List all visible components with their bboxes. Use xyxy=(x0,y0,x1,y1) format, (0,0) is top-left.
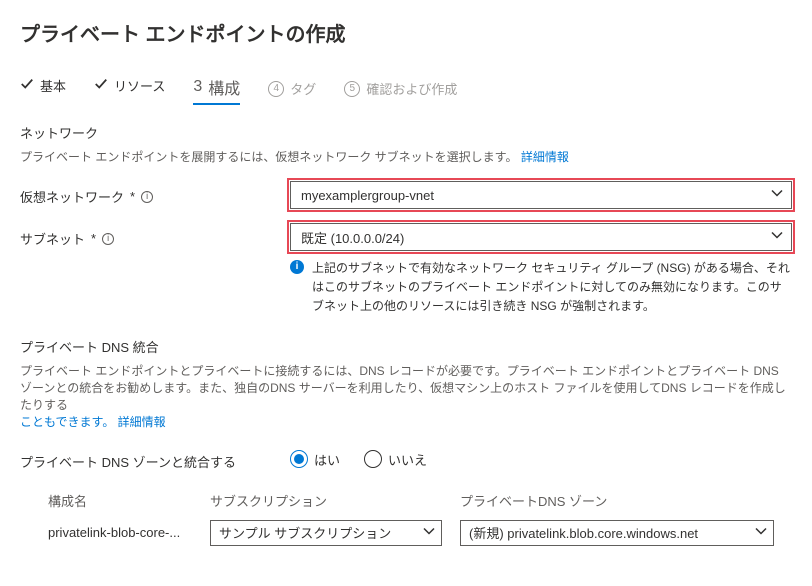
vnet-label: 仮想ネットワーク* i xyxy=(20,181,290,206)
info-icon[interactable]: i xyxy=(102,233,114,245)
step-circle-icon: 5 xyxy=(344,81,360,97)
tab-review[interactable]: 5 確認および作成 xyxy=(344,79,457,102)
subnet-note: i 上記のサブネットで有効なネットワーク セキュリティ グループ (NSG) が… xyxy=(290,259,792,317)
subnet-row: サブネット* i 既定 (10.0.0.0/24) i 上記のサブネットで有効な… xyxy=(20,223,792,317)
radio-no-label: いいえ xyxy=(388,450,427,469)
vnet-row: 仮想ネットワーク* i myexamplergroup-vnet xyxy=(20,181,792,209)
chevron-down-icon xyxy=(423,525,435,540)
tab-basics[interactable]: 基本 xyxy=(20,76,66,99)
tab-number: 3 xyxy=(193,78,202,96)
dns-table-row: privatelink-blob-core-... サンプル サブスクリプション… xyxy=(20,516,792,550)
radio-yes-label: はい xyxy=(314,450,340,469)
col-config-name: 構成名 xyxy=(20,491,210,510)
dns-integrate-radio-group: はい いいえ xyxy=(290,446,792,469)
vnet-dropdown[interactable]: myexamplergroup-vnet xyxy=(290,181,792,209)
tab-label: タグ xyxy=(290,79,316,98)
radio-icon xyxy=(364,450,382,468)
dns-integrate-label: プライベート DNS ゾーンと統合する xyxy=(20,446,290,471)
dns-section-desc: プライベート エンドポイントとプライベートに接続するには、DNS レコードが必要… xyxy=(20,362,792,430)
chevron-down-icon xyxy=(755,525,767,540)
config-name-cell: privatelink-blob-core-... xyxy=(20,525,210,540)
info-icon[interactable]: i xyxy=(141,191,153,203)
tab-label: リソース xyxy=(114,76,165,95)
dns-integrate-row: プライベート DNS ゾーンと統合する はい いいえ xyxy=(20,446,792,471)
network-section-title: ネットワーク xyxy=(20,123,792,142)
tab-tags[interactable]: 4 タグ xyxy=(268,79,316,102)
tab-config[interactable]: 3 構成 xyxy=(193,75,240,105)
subnet-label: サブネット* i xyxy=(20,223,290,248)
subnet-dropdown[interactable]: 既定 (10.0.0.0/24) xyxy=(290,223,792,251)
wizard-tabs: 基本 リソース 3 構成 4 タグ 5 確認および作成 xyxy=(20,75,792,105)
col-dns-zone: プライベートDNS ゾーン xyxy=(460,491,792,510)
vnet-value: myexamplergroup-vnet xyxy=(301,188,434,203)
tab-label: 確認および作成 xyxy=(366,79,457,98)
tab-label: 基本 xyxy=(40,76,66,95)
check-icon xyxy=(94,77,108,94)
chevron-down-icon xyxy=(771,230,783,245)
tab-resource[interactable]: リソース xyxy=(94,76,165,99)
page-title: プライベート エンドポイントの作成 xyxy=(20,18,792,47)
network-section-desc: プライベート エンドポイントを展開するには、仮想ネットワーク サブネットを選択し… xyxy=(20,148,792,165)
step-circle-icon: 4 xyxy=(268,81,284,97)
dns-more-link[interactable]: 詳細情報 xyxy=(118,415,166,429)
chevron-down-icon xyxy=(771,188,783,203)
check-icon xyxy=(20,77,34,94)
dns-desc-link[interactable]: こともできます。 xyxy=(20,415,114,429)
subnet-value: 既定 (10.0.0.0/24) xyxy=(301,228,404,247)
radio-yes[interactable]: はい xyxy=(290,450,340,469)
dns-section-title: プライベート DNS 統合 xyxy=(20,337,792,356)
subscription-dropdown[interactable]: サンプル サブスクリプション xyxy=(210,520,442,546)
network-more-link[interactable]: 詳細情報 xyxy=(521,150,569,164)
subnet-note-text: 上記のサブネットで有効なネットワーク セキュリティ グループ (NSG) がある… xyxy=(312,259,792,317)
info-filled-icon: i xyxy=(290,260,304,274)
tab-label: 構成 xyxy=(208,75,240,99)
radio-icon xyxy=(290,450,308,468)
dns-table-header: 構成名 サブスクリプション プライベートDNS ゾーン xyxy=(20,485,792,516)
col-subscription: サブスクリプション xyxy=(210,491,460,510)
subscription-value: サンプル サブスクリプション xyxy=(219,523,391,542)
dns-zone-dropdown[interactable]: (新規) privatelink.blob.core.windows.net xyxy=(460,520,774,546)
dns-zone-value: (新規) privatelink.blob.core.windows.net xyxy=(469,523,698,542)
radio-no[interactable]: いいえ xyxy=(364,450,427,469)
